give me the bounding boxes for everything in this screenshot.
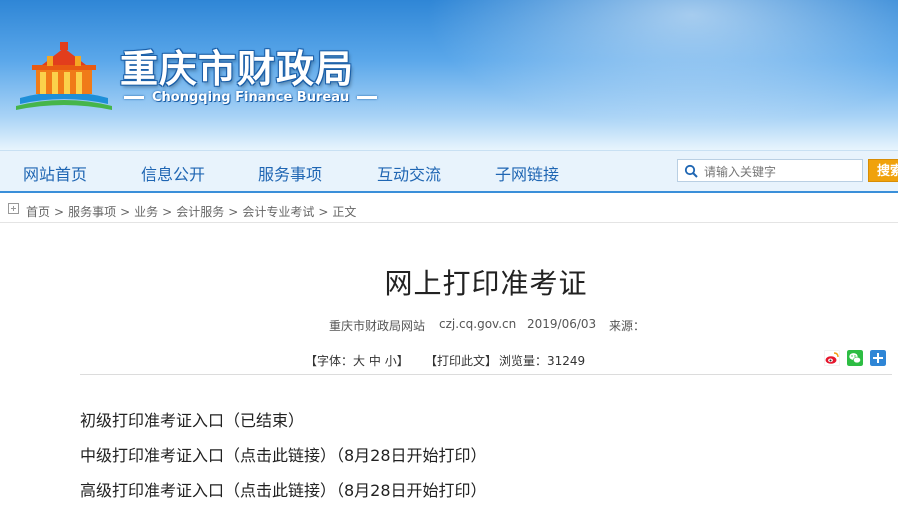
site-header: 重庆市财政局 Chongqing Finance Bureau	[0, 0, 898, 150]
view-count-label: 浏览量：	[499, 354, 548, 368]
breadcrumb-business[interactable]: 业务	[134, 205, 158, 219]
view-count-value: 31249	[547, 354, 586, 368]
article-domain: czj.cq.gov.cn	[439, 317, 517, 331]
site-subtitle-text: Chongqing Finance Bureau	[152, 90, 350, 105]
nav-item-interaction[interactable]: 互动交流	[377, 161, 441, 185]
breadcrumb-home[interactable]: 首页	[26, 205, 50, 219]
breadcrumb-services[interactable]: 服务事项	[68, 205, 116, 219]
article-title: 网上打印准考证	[384, 267, 588, 300]
search-box	[677, 159, 863, 182]
view-count: 浏览量：31249	[499, 352, 585, 369]
article-source: 重庆市财政局网站	[329, 319, 426, 333]
breadcrumb-current: 正文	[332, 205, 357, 219]
breadcrumb-separator: >	[162, 205, 173, 219]
font-size-close: 】	[396, 354, 409, 368]
site-subtitle: Chongqing Finance Bureau	[124, 90, 378, 105]
wechat-share-icon[interactable]	[847, 350, 863, 366]
breadcrumb-separator: >	[120, 205, 131, 219]
entry-senior[interactable]: 高级打印准考证入口（点击此链接）（8月28日开始打印）	[80, 477, 487, 501]
search-icon	[684, 164, 698, 178]
font-size-label: 【字体：	[305, 354, 354, 368]
breadcrumb-accounting[interactable]: 会计服务	[176, 205, 224, 219]
breadcrumb-separator: >	[228, 205, 239, 219]
font-medium-button[interactable]: 中	[369, 354, 381, 368]
article-origin-label: 来源：	[609, 319, 646, 333]
entry-junior[interactable]: 初级打印准考证入口（已结束）	[80, 407, 304, 431]
nav-item-info[interactable]: 信息公开	[141, 161, 205, 185]
subtitle-dash-right	[357, 96, 378, 99]
entry-intermediate[interactable]: 中级打印准考证入口（点击此链接）（8月28日开始打印）	[80, 442, 487, 466]
article-date: 2019/06/03	[527, 317, 597, 331]
nav-item-services[interactable]: 服务事项	[258, 161, 322, 185]
font-small-button[interactable]: 小	[385, 354, 397, 368]
breadcrumb-trail: 首页 > 服务事项 > 业务 > 会计服务 > 会计专业考试 > 正文	[26, 203, 356, 220]
nav-item-subsites[interactable]: 子网链接	[495, 161, 559, 185]
font-size-controls: 【字体：大 中 小】	[305, 352, 409, 369]
site-title: 重庆市财政局	[120, 47, 355, 91]
header-glow	[380, 0, 898, 150]
search-input[interactable]	[702, 162, 862, 181]
print-article-link[interactable]: 【打印此文】	[425, 352, 497, 369]
search-button[interactable]: 搜索	[868, 159, 898, 182]
more-share-icon[interactable]	[870, 350, 886, 366]
weibo-share-icon[interactable]	[824, 350, 840, 366]
nav-item-home[interactable]: 网站首页	[23, 161, 87, 185]
home-icon	[8, 203, 19, 214]
content-divider	[80, 374, 892, 375]
main-nav: 网站首页 信息公开 服务事项 互动交流 子网链接 搜索	[0, 150, 898, 193]
font-large-button[interactable]: 大	[353, 354, 365, 368]
breadcrumb: 首页 > 服务事项 > 业务 > 会计服务 > 会计专业考试 > 正文	[0, 200, 898, 223]
bureau-logo-icon[interactable]	[14, 38, 114, 114]
breadcrumb-exam[interactable]: 会计专业考试	[242, 205, 314, 219]
subtitle-dash-left	[124, 96, 144, 99]
breadcrumb-separator: >	[318, 205, 329, 219]
breadcrumb-separator: >	[54, 205, 65, 219]
